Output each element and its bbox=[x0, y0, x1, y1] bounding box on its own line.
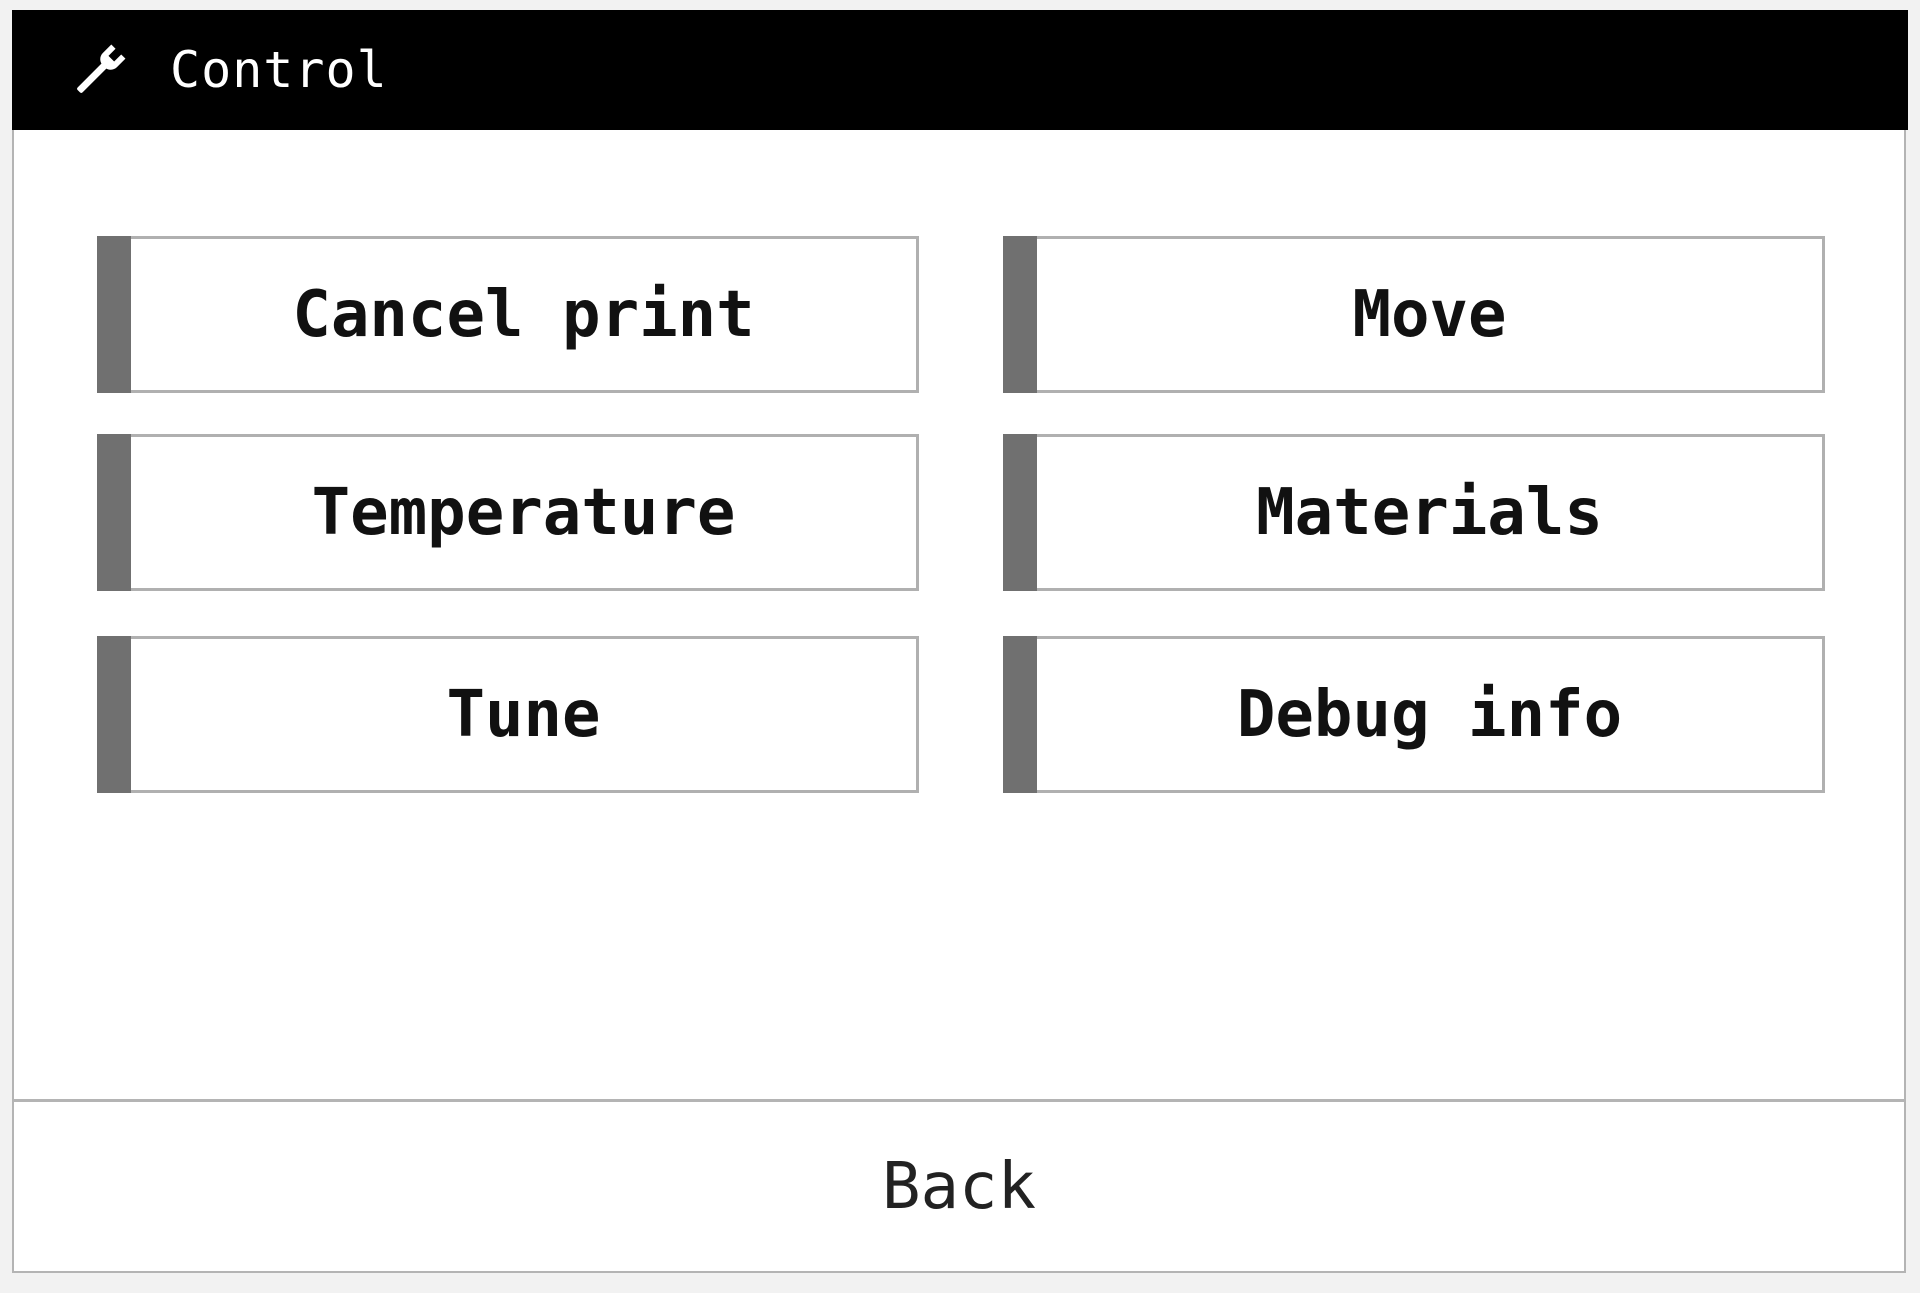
button-accent bbox=[1003, 236, 1037, 393]
control-screen: Control Cancel print Move Temperature Ma… bbox=[12, 10, 1908, 1273]
button-accent bbox=[1003, 434, 1037, 591]
button-label: Cancel print bbox=[292, 277, 755, 352]
tune-button[interactable]: Tune bbox=[97, 636, 919, 793]
materials-button[interactable]: Materials bbox=[1003, 434, 1825, 591]
temperature-button[interactable]: Temperature bbox=[97, 434, 919, 591]
cancel-print-button[interactable]: Cancel print bbox=[97, 236, 919, 393]
button-accent bbox=[97, 236, 131, 393]
button-accent bbox=[97, 434, 131, 591]
wrench-icon bbox=[70, 40, 130, 100]
button-label: Materials bbox=[1256, 475, 1603, 550]
page-title: Control bbox=[170, 41, 388, 99]
header-bar: Control bbox=[12, 10, 1908, 130]
button-accent bbox=[97, 636, 131, 793]
move-button[interactable]: Move bbox=[1003, 236, 1825, 393]
button-accent bbox=[1003, 636, 1037, 793]
debug-info-button[interactable]: Debug info bbox=[1003, 636, 1825, 793]
button-label: Move bbox=[1352, 277, 1507, 352]
back-button[interactable]: Back bbox=[14, 1102, 1904, 1271]
button-label: Tune bbox=[446, 677, 601, 752]
button-label: Temperature bbox=[311, 475, 736, 550]
button-label: Debug info bbox=[1236, 677, 1623, 752]
